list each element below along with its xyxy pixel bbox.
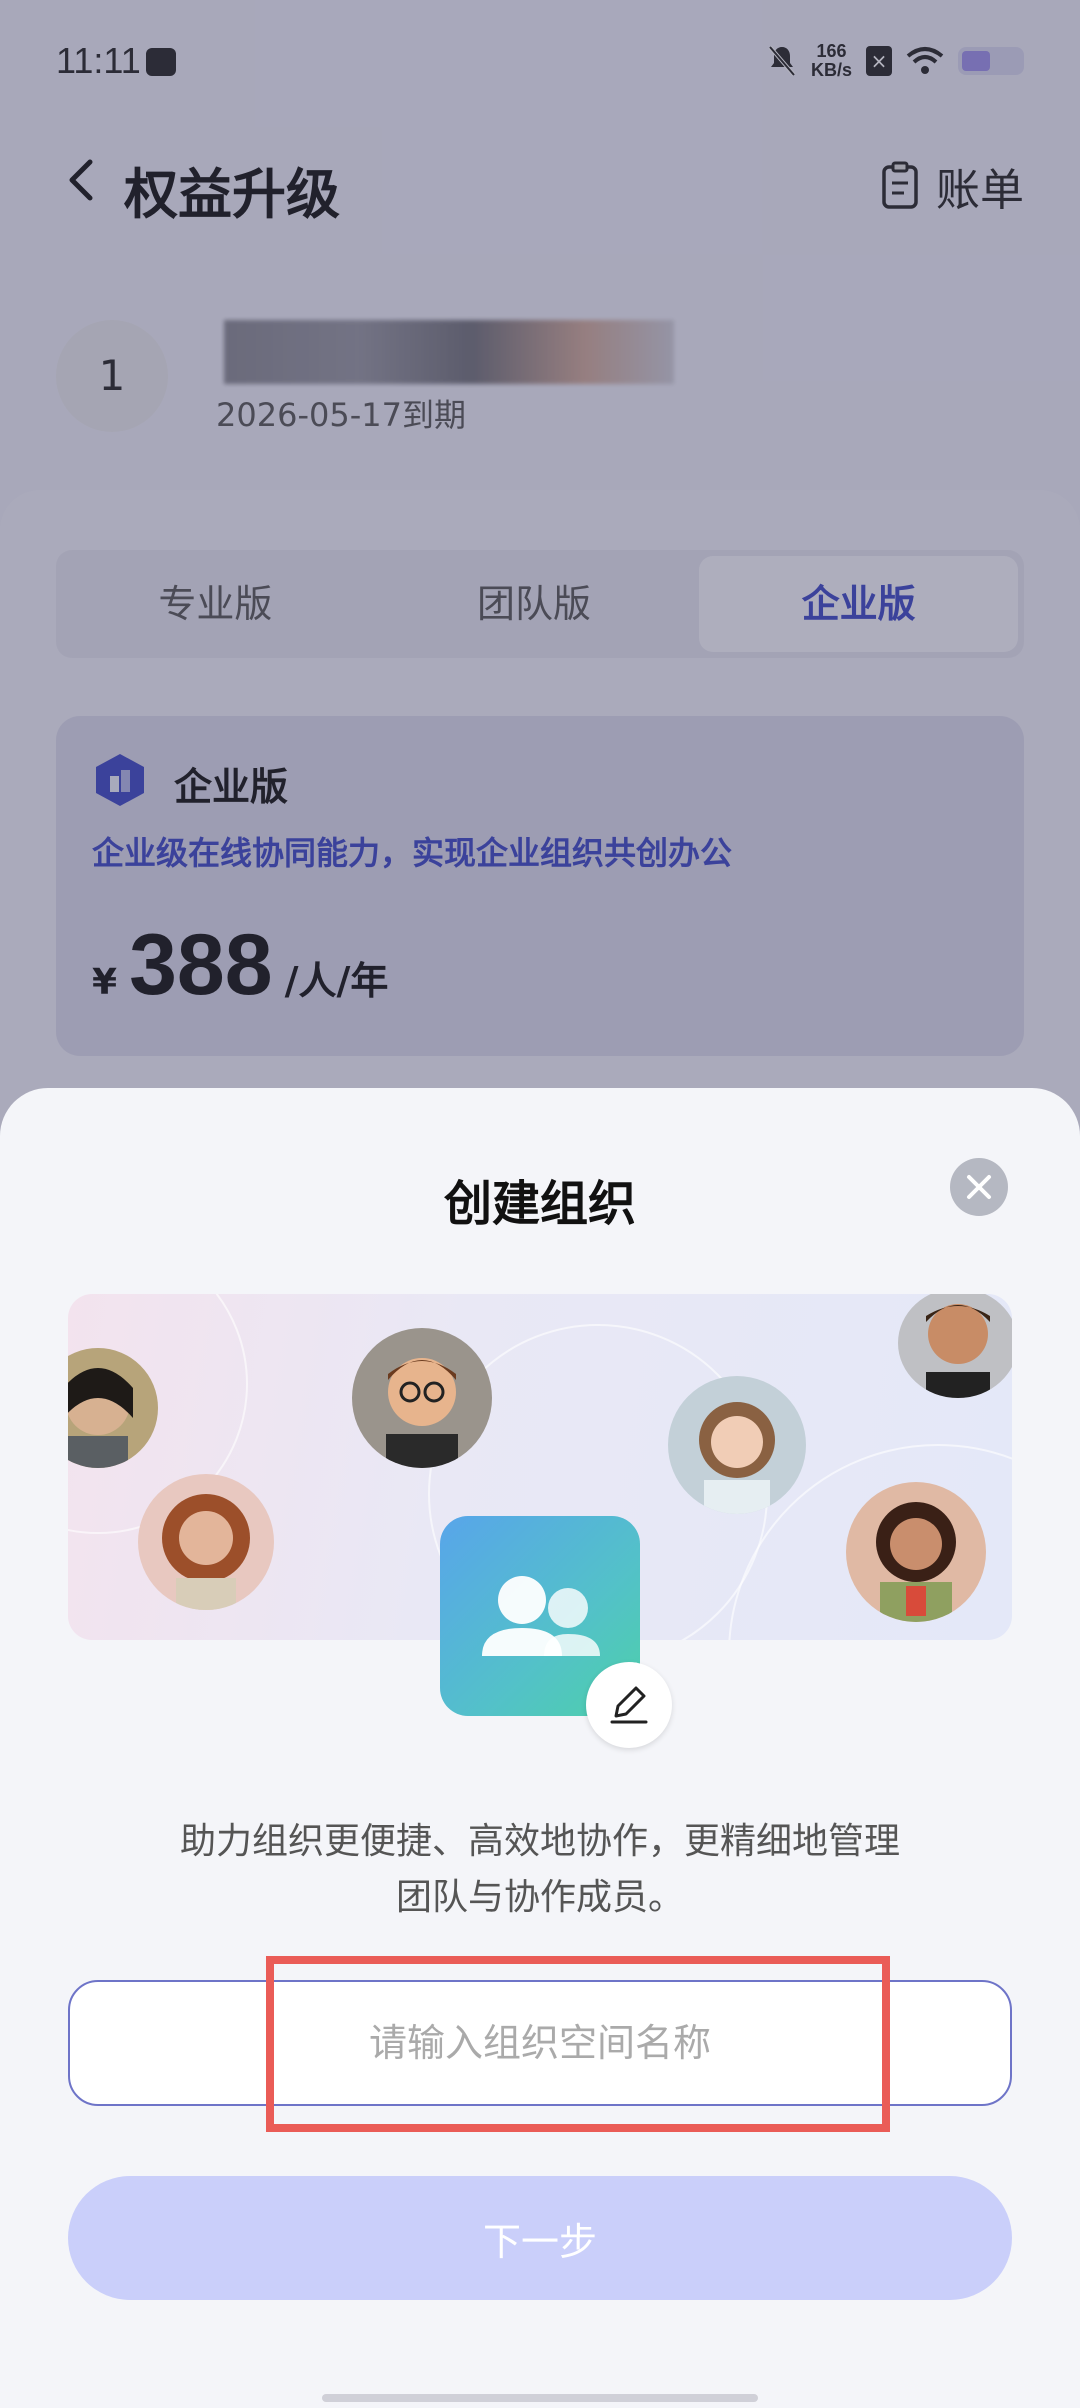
- member-avatar: [846, 1482, 986, 1622]
- sheet-description: 助力组织更便捷、高效地协作，更精细地管理 团队与协作成员。: [100, 1814, 980, 1926]
- member-avatar: [138, 1474, 274, 1610]
- description-line-2: 团队与协作成员。: [395, 1877, 684, 1918]
- close-button[interactable]: [950, 1158, 1008, 1216]
- member-avatar: [352, 1328, 492, 1468]
- edit-avatar-button[interactable]: [586, 1662, 672, 1748]
- create-organization-sheet: 创建组织 助力组织更便捷、高效地协作，更精细地管理 团队与协作成员。 请输入组织…: [0, 1088, 1080, 2408]
- next-step-button[interactable]: 下一步: [68, 2176, 1012, 2300]
- sheet-title: 创建组织: [443, 1176, 636, 1232]
- close-icon: [967, 1175, 991, 1199]
- pencil-icon: [610, 1686, 648, 1724]
- member-avatar: [898, 1294, 1012, 1398]
- home-indicator[interactable]: [322, 2394, 758, 2402]
- description-line-1: 助力组织更便捷、高效地协作，更精细地管理: [179, 1821, 900, 1862]
- member-avatar: [668, 1376, 806, 1514]
- highlight-box: [266, 1956, 890, 2132]
